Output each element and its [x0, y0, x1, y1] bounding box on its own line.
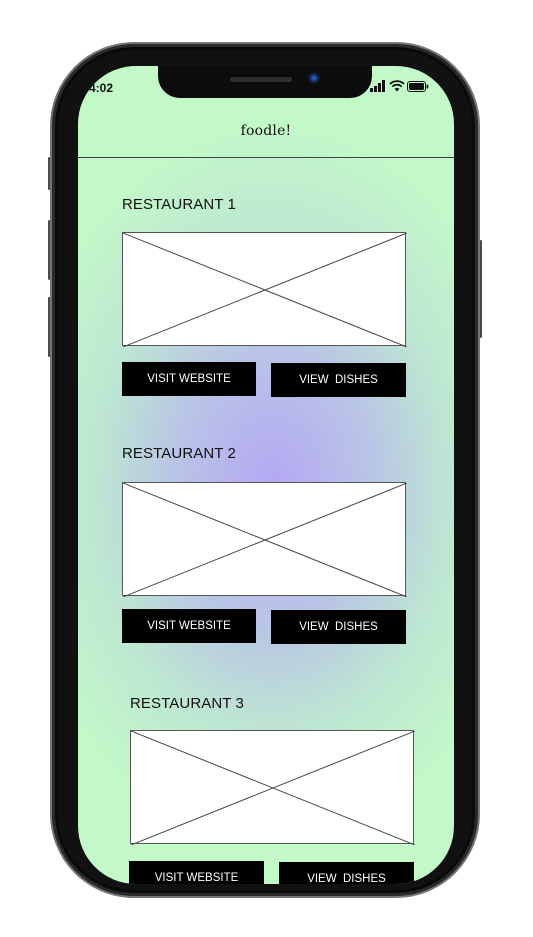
battery-icon	[407, 81, 429, 92]
view-dishes-button[interactable]: VIEW DISHES	[279, 862, 414, 884]
image-placeholder	[122, 482, 407, 597]
signal-icon	[370, 80, 385, 92]
placeholder-cross-icon	[123, 483, 407, 597]
status-bar: 4:02	[78, 66, 454, 116]
front-camera	[308, 72, 320, 84]
status-time: 4:02	[89, 81, 114, 95]
app-header: foodle!	[78, 116, 454, 158]
restaurant-name: RESTAURANT 3	[130, 695, 245, 712]
placeholder-cross-icon	[123, 233, 407, 347]
view-dishes-button[interactable]: VIEW DISHES	[271, 363, 406, 397]
speaker-grille	[230, 77, 292, 82]
phone-screen: 4:02 foodle! RESTAURANT 1 VISIT WEBSITE …	[78, 66, 454, 884]
visit-website-button[interactable]: VISIT WEBSITE	[129, 861, 264, 884]
placeholder-cross-icon	[131, 731, 415, 845]
visit-website-button[interactable]: VISIT WEBSITE	[122, 609, 256, 643]
restaurant-name: RESTAURANT 2	[122, 445, 237, 462]
app-title: foodle!	[240, 123, 292, 139]
restaurant-name: RESTAURANT 1	[122, 196, 237, 213]
image-placeholder	[122, 232, 407, 347]
visit-website-button[interactable]: VISIT WEBSITE	[122, 362, 256, 396]
view-dishes-button[interactable]: VIEW DISHES	[271, 610, 406, 644]
image-placeholder	[130, 730, 415, 845]
notch	[158, 66, 372, 98]
wifi-icon	[389, 80, 405, 92]
